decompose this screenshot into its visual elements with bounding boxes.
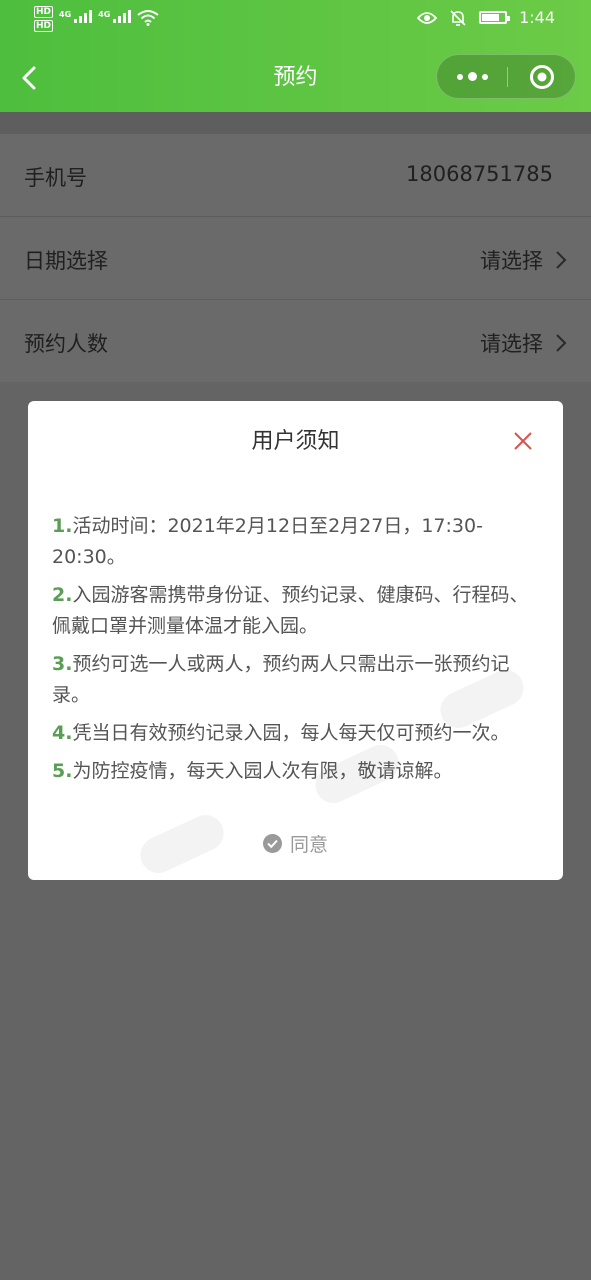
user-notice-dialog: 用户须知 1.活动时间：2021年2月12日至2月27日，17:30-20:30…: [28, 401, 563, 880]
people-picker[interactable]: 请选择: [480, 328, 567, 358]
people-label: 预约人数: [24, 332, 108, 356]
booking-form: 手机号 18068751785 日期选择 请选择 预约人数 请选择: [0, 112, 591, 382]
signal-icon-2: 4G: [98, 10, 132, 23]
chevron-right-icon: [556, 334, 567, 352]
mini-program-capsule: [436, 54, 576, 99]
battery-fill: [482, 14, 500, 21]
agree-button[interactable]: 同意: [28, 830, 563, 857]
status-right: 1:44: [417, 8, 555, 27]
phone-value: 18068751785: [406, 162, 553, 186]
battery-icon: [479, 11, 511, 24]
notice-item: 3.预约可选一人或两人，预约两人只需出示一张预约记录。: [52, 653, 510, 706]
hd-badge-1: HD: [34, 6, 54, 18]
notice-list: 1.活动时间：2021年2月12日至2月27日，17:30-20:30。 2.入…: [52, 511, 546, 794]
close-icon[interactable]: [512, 430, 534, 452]
status-time: 1:44: [519, 8, 555, 27]
date-picker[interactable]: 请选择: [480, 245, 567, 275]
signal-icon-1: 4G: [59, 10, 93, 23]
phone-label: 手机号: [24, 166, 87, 190]
date-select-row[interactable]: 日期选择 请选择: [0, 217, 591, 300]
check-circle-icon[interactable]: [262, 834, 282, 853]
hd-indicators: HD HD: [34, 6, 54, 32]
navigation-bar: 预约: [0, 44, 591, 112]
capsule-divider: [507, 67, 508, 87]
form-top-spacer: [0, 112, 591, 134]
network-type-1: 4G: [59, 10, 72, 19]
notice-item: 1.活动时间：2021年2月12日至2月27日，17:30-20:30。: [52, 515, 483, 568]
notice-item: 4.凭当日有效预约记录入园，每人每天仅可预约一次。: [52, 722, 510, 744]
close-mini-program-icon[interactable]: [529, 64, 555, 90]
status-left: HD HD 4G 4G: [34, 6, 159, 32]
agree-label: 同意: [289, 834, 328, 856]
date-label: 日期选择: [24, 249, 108, 273]
network-type-2: 4G: [98, 10, 111, 19]
bell-off-icon: [450, 9, 466, 26]
people-placeholder: 请选择: [480, 332, 543, 356]
dialog-title: 用户须知: [251, 429, 340, 454]
more-button[interactable]: [437, 55, 507, 98]
status-bar: HD HD 4G 4G 1:44: [0, 0, 591, 44]
phone-row: 手机号 18068751785: [0, 134, 591, 217]
notice-item: 5.为防控疫情，每天入园人次有限，敬请谅解。: [52, 760, 453, 782]
notice-item: 2.入园游客需携带身份证、预约记录、健康码、行程码、佩戴口罩并测量体温才能入园。: [52, 584, 529, 637]
wifi-icon: [137, 10, 159, 26]
people-count-row[interactable]: 预约人数 请选择: [0, 300, 591, 383]
chevron-right-icon: [556, 251, 567, 269]
date-placeholder: 请选择: [480, 249, 543, 273]
hd-badge-2: HD: [34, 20, 54, 32]
eye-icon: [417, 11, 438, 24]
